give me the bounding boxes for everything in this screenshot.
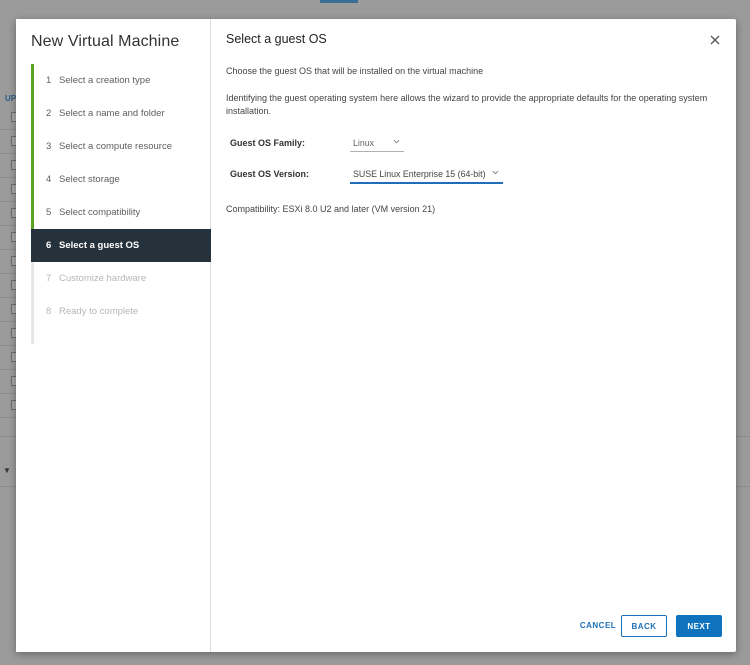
cancel-button[interactable]: CANCEL xyxy=(572,615,624,637)
step-label: Select compatibility xyxy=(59,207,141,218)
wizard-steps: 1 Select a creation type 2 Select a name a… xyxy=(31,64,211,344)
chevron-down-icon xyxy=(492,169,499,178)
compatibility-text: Compatibility: ESXi 8.0 U2 and later (VM… xyxy=(226,204,436,214)
filter-icon: ▼ xyxy=(3,466,11,475)
wizard-step-nav: New Virtual Machine 1 Select a creation t… xyxy=(16,19,211,652)
step-label: Select a compute resource xyxy=(59,141,173,152)
wizard-step-8: 8 Ready to complete xyxy=(31,295,211,328)
step-number: 5 xyxy=(46,207,52,218)
wizard-step-4[interactable]: 4 Select storage xyxy=(31,163,211,196)
new-vm-wizard-dialog: New Virtual Machine 1 Select a creation t… xyxy=(16,19,736,652)
step-label: Select a creation type xyxy=(59,75,151,86)
step-label: Customize hardware xyxy=(59,273,147,284)
description-text: Identifying the guest operating system h… xyxy=(226,93,708,116)
back-button[interactable]: BACK xyxy=(621,615,667,637)
guest-os-family-value: Linux xyxy=(353,138,375,148)
wizard-steps-rail-end xyxy=(31,328,211,344)
close-icon[interactable] xyxy=(708,33,722,47)
step-number: 4 xyxy=(46,174,52,185)
step-number: 3 xyxy=(46,141,52,152)
chevron-down-icon xyxy=(393,138,400,147)
step-number: 7 xyxy=(46,273,52,284)
guest-os-family-label: Guest OS Family: xyxy=(230,138,306,148)
wizard-step-5[interactable]: 5 Select compatibility xyxy=(31,196,211,229)
wizard-content: Select a guest OS Choose the guest OS th… xyxy=(226,19,736,652)
step-number: 2 xyxy=(46,108,52,119)
step-label: Select a guest OS xyxy=(59,240,140,251)
step-number: 8 xyxy=(46,306,52,317)
wizard-step-3[interactable]: 3 Select a compute resource xyxy=(31,130,211,163)
wizard-step-1[interactable]: 1 Select a creation type xyxy=(31,64,211,97)
guest-os-version-value: SUSE Linux Enterprise 15 (64-bit) xyxy=(353,169,486,179)
step-number: 1 xyxy=(46,75,52,86)
intro-text: Choose the guest OS that will be install… xyxy=(226,66,484,76)
step-number: 6 xyxy=(46,240,52,251)
guest-os-version-label: Guest OS Version: xyxy=(230,169,310,179)
guest-os-version-select[interactable]: SUSE Linux Enterprise 15 (64-bit) xyxy=(350,169,503,184)
wizard-step-6[interactable]: 6 Select a guest OS xyxy=(31,229,211,262)
step-label: Select a name and folder xyxy=(59,108,165,119)
background-column-label: UP xyxy=(5,94,17,103)
step-label: Ready to complete xyxy=(59,306,139,317)
page-title: Select a guest OS xyxy=(226,32,327,46)
background-tab-indicator xyxy=(320,0,358,3)
next-button[interactable]: NEXT xyxy=(676,615,722,637)
step-label: Select storage xyxy=(59,174,120,185)
wizard-title: New Virtual Machine xyxy=(31,33,180,50)
wizard-step-2[interactable]: 2 Select a name and folder xyxy=(31,97,211,130)
wizard-step-7: 7 Customize hardware xyxy=(31,262,211,295)
guest-os-family-select[interactable]: Linux xyxy=(350,138,404,152)
